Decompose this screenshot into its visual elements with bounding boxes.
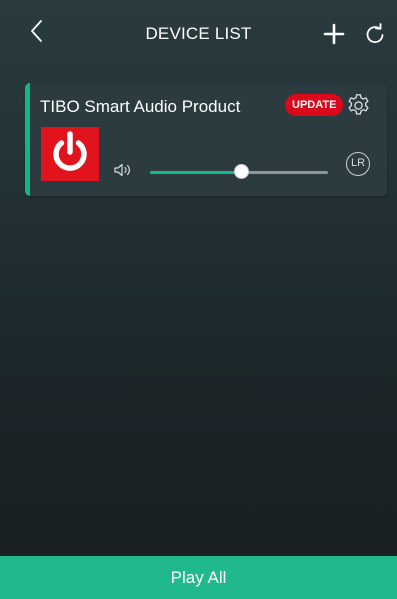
speaker-icon (114, 163, 130, 177)
refresh-icon (366, 23, 384, 43)
volume-button[interactable] (113, 162, 133, 178)
device-card[interactable]: TIBO Smart Audio Product UPDATE LR (25, 83, 387, 196)
refresh-button[interactable] (364, 22, 386, 46)
plus-icon (323, 23, 345, 45)
settings-button[interactable] (345, 92, 372, 119)
play-all-button[interactable]: Play All (0, 556, 397, 599)
volume-slider-fill (150, 171, 241, 174)
update-badge[interactable]: UPDATE (285, 94, 344, 116)
device-name: TIBO Smart Audio Product (40, 97, 241, 116)
gear-icon (348, 94, 369, 115)
top-bar: DEVICE LIST (0, 0, 397, 68)
volume-slider[interactable] (150, 164, 328, 179)
channel-lr-button[interactable]: LR (346, 152, 370, 176)
power-icon (53, 131, 87, 171)
add-device-button[interactable] (323, 23, 345, 45)
power-button[interactable] (41, 127, 99, 181)
volume-slider-thumb[interactable] (233, 164, 249, 179)
device-list-screen: DEVICE LIST TIBO Smart Audio Product UPD… (0, 0, 397, 599)
card-accent-bar (25, 83, 30, 196)
